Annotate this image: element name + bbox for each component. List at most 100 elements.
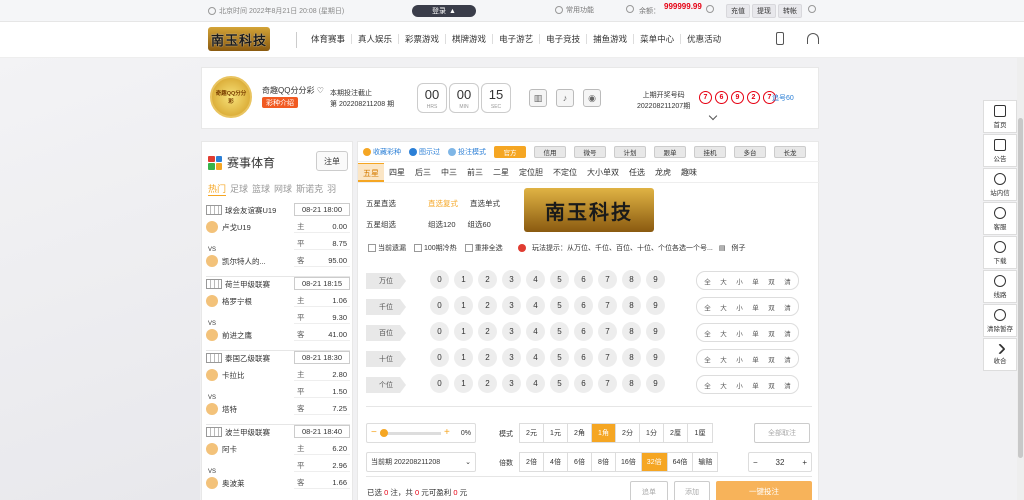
match-card[interactable]: 泰国乙级联赛 08-21 18:30 卡拉比 VS 塔特 主 2.80 平 1.50…	[206, 351, 350, 427]
quick-select-button[interactable]: 单	[748, 352, 763, 365]
sidebar-item-download[interactable]: 下载	[983, 236, 1017, 269]
digit-ball[interactable]: 0	[430, 348, 449, 367]
digit-ball[interactable]: 2	[478, 348, 497, 367]
digit-ball[interactable]: 7	[598, 270, 617, 289]
quick-select-button[interactable]: 大	[716, 326, 731, 339]
tab-unfixed[interactable]: 不定位	[548, 163, 582, 182]
digit-ball[interactable]: 8	[622, 296, 641, 315]
unit-1fen[interactable]: 1分	[640, 424, 664, 442]
digit-ball[interactable]: 6	[574, 296, 593, 315]
odds-away[interactable]: 客 95.00	[294, 255, 350, 267]
digit-ball[interactable]: 8	[622, 348, 641, 367]
digit-ball[interactable]: 7	[598, 348, 617, 367]
digit-ball[interactable]: 4	[526, 322, 545, 341]
digit-ball[interactable]: 1	[454, 322, 473, 341]
quick-select-button[interactable]: 清	[780, 378, 795, 391]
digit-ball[interactable]: 8	[622, 374, 641, 393]
multiple-6[interactable]: 6倍	[568, 453, 592, 471]
quick-select-button[interactable]: 全	[700, 352, 715, 365]
option-missing[interactable]: 当前遗漏	[368, 243, 406, 253]
digit-ball[interactable]: 9	[646, 322, 665, 341]
site-logo[interactable]: 南玉科技	[208, 27, 270, 51]
unit-1li[interactable]: 1厘	[688, 424, 712, 442]
tab-hot[interactable]: 热门	[208, 182, 227, 196]
multiple-16[interactable]: 16倍	[616, 453, 642, 471]
digit-ball[interactable]: 3	[502, 348, 521, 367]
tab-five-star[interactable]: 五星	[358, 163, 384, 182]
minus-icon[interactable]: −	[753, 458, 758, 467]
digit-ball[interactable]: 4	[526, 348, 545, 367]
quick-select-button[interactable]: 单	[748, 274, 763, 287]
odds-home[interactable]: 主 2.80	[294, 369, 350, 381]
quick-select-button[interactable]: 双	[764, 378, 779, 391]
favorite-link[interactable]: 收藏彩种	[363, 147, 401, 157]
quick-select-button[interactable]: 双	[764, 274, 779, 287]
digit-ball[interactable]: 4	[526, 374, 545, 393]
play-direct-single[interactable]: 直选单式	[470, 198, 500, 209]
multiple-2[interactable]: 2倍	[520, 453, 544, 471]
multiple-4[interactable]: 4倍	[544, 453, 568, 471]
sidebar-item-messages[interactable]: 站内信	[983, 168, 1017, 201]
plus-icon[interactable]: +	[444, 428, 450, 438]
sidebar-item-notice[interactable]: 公告	[983, 134, 1017, 167]
multiple-32[interactable]: 32倍	[641, 453, 668, 471]
nav-item-chess[interactable]: 棋牌游戏	[446, 34, 494, 44]
plus-icon[interactable]: +	[802, 458, 807, 467]
sidebar-item-service[interactable]: 客服	[983, 202, 1017, 235]
option-hot-cold[interactable]: 100期冷热	[414, 243, 457, 253]
mode-micro[interactable]: 微号	[574, 145, 606, 158]
play-group-60[interactable]: 组选60	[468, 219, 491, 230]
plus-icon[interactable]	[808, 5, 816, 13]
digit-ball[interactable]: 0	[430, 296, 449, 315]
unit-2yuan[interactable]: 2元	[520, 424, 544, 442]
mode-plan[interactable]: 计划	[614, 145, 646, 158]
quick-select-button[interactable]: 双	[764, 326, 779, 339]
odds-draw[interactable]: 平 1.50	[294, 386, 350, 398]
quick-select-button[interactable]: 双	[764, 300, 779, 313]
mode-official[interactable]: 官方	[494, 145, 526, 158]
option-reselect[interactable]: 重排全选	[464, 243, 503, 253]
multiple-64[interactable]: 64倍	[668, 453, 694, 471]
mode-multi[interactable]: 多台	[734, 145, 766, 158]
recharge-button[interactable]: 充值	[726, 4, 750, 18]
trend-chart-icon[interactable]: ▥	[529, 89, 547, 107]
digit-ball[interactable]: 3	[502, 322, 521, 341]
nav-item-fishing[interactable]: 捕鱼游戏	[587, 34, 635, 44]
quick-select-button[interactable]: 小	[732, 352, 747, 365]
doc-icon[interactable]: ▤	[719, 244, 726, 252]
quick-select-button[interactable]: 清	[780, 300, 795, 313]
digit-ball[interactable]: 9	[646, 270, 665, 289]
sidebar-item-home[interactable]: 首页	[983, 100, 1017, 133]
quick-select-button[interactable]: 单	[748, 300, 763, 313]
digit-ball[interactable]: 3	[502, 270, 521, 289]
digit-ball[interactable]: 2	[478, 296, 497, 315]
odds-draw[interactable]: 平 2.96	[294, 460, 350, 472]
headset-icon[interactable]	[807, 33, 819, 44]
sidebar-item-route[interactable]: 线路	[983, 270, 1017, 303]
odds-home[interactable]: 主 1.06	[294, 295, 350, 307]
unit-1yuan[interactable]: 1元	[544, 424, 568, 442]
quick-select-button[interactable]: 清	[780, 326, 795, 339]
odds-home[interactable]: 主 6.20	[294, 443, 350, 455]
chevron-down-icon[interactable]	[708, 111, 718, 121]
tab-last-three[interactable]: 后三	[410, 163, 436, 182]
digit-ball[interactable]: 9	[646, 348, 665, 367]
unit-2jiao[interactable]: 2角	[568, 424, 592, 442]
digit-ball[interactable]: 6	[574, 348, 593, 367]
odds-away[interactable]: 客 7.25	[294, 403, 350, 415]
digit-ball[interactable]: 0	[430, 322, 449, 341]
quick-select-button[interactable]: 全	[700, 300, 715, 313]
tab-tennis[interactable]: 网球	[274, 182, 292, 196]
heart-icon[interactable]: ♡	[317, 86, 324, 95]
game-intro-button[interactable]: 彩种介绍	[262, 97, 298, 108]
clear-all-button[interactable]: 全部取注	[754, 423, 810, 443]
digit-ball[interactable]: 5	[550, 296, 569, 315]
sidebar-item-collapse[interactable]: 收合	[983, 338, 1017, 371]
digit-ball[interactable]: 8	[622, 270, 641, 289]
scrollbar-thumb[interactable]	[1018, 118, 1023, 458]
tab-basketball[interactable]: 篮球	[252, 182, 270, 196]
quick-select-button[interactable]: 全	[700, 378, 715, 391]
match-card[interactable]: 荷兰甲级联赛 08-21 18:15 格罗宁根 VS 前进之鹰 主 1.06 平9…	[206, 277, 350, 353]
diagram-link[interactable]: 图示过	[409, 147, 440, 157]
slider-knob[interactable]	[379, 428, 388, 437]
